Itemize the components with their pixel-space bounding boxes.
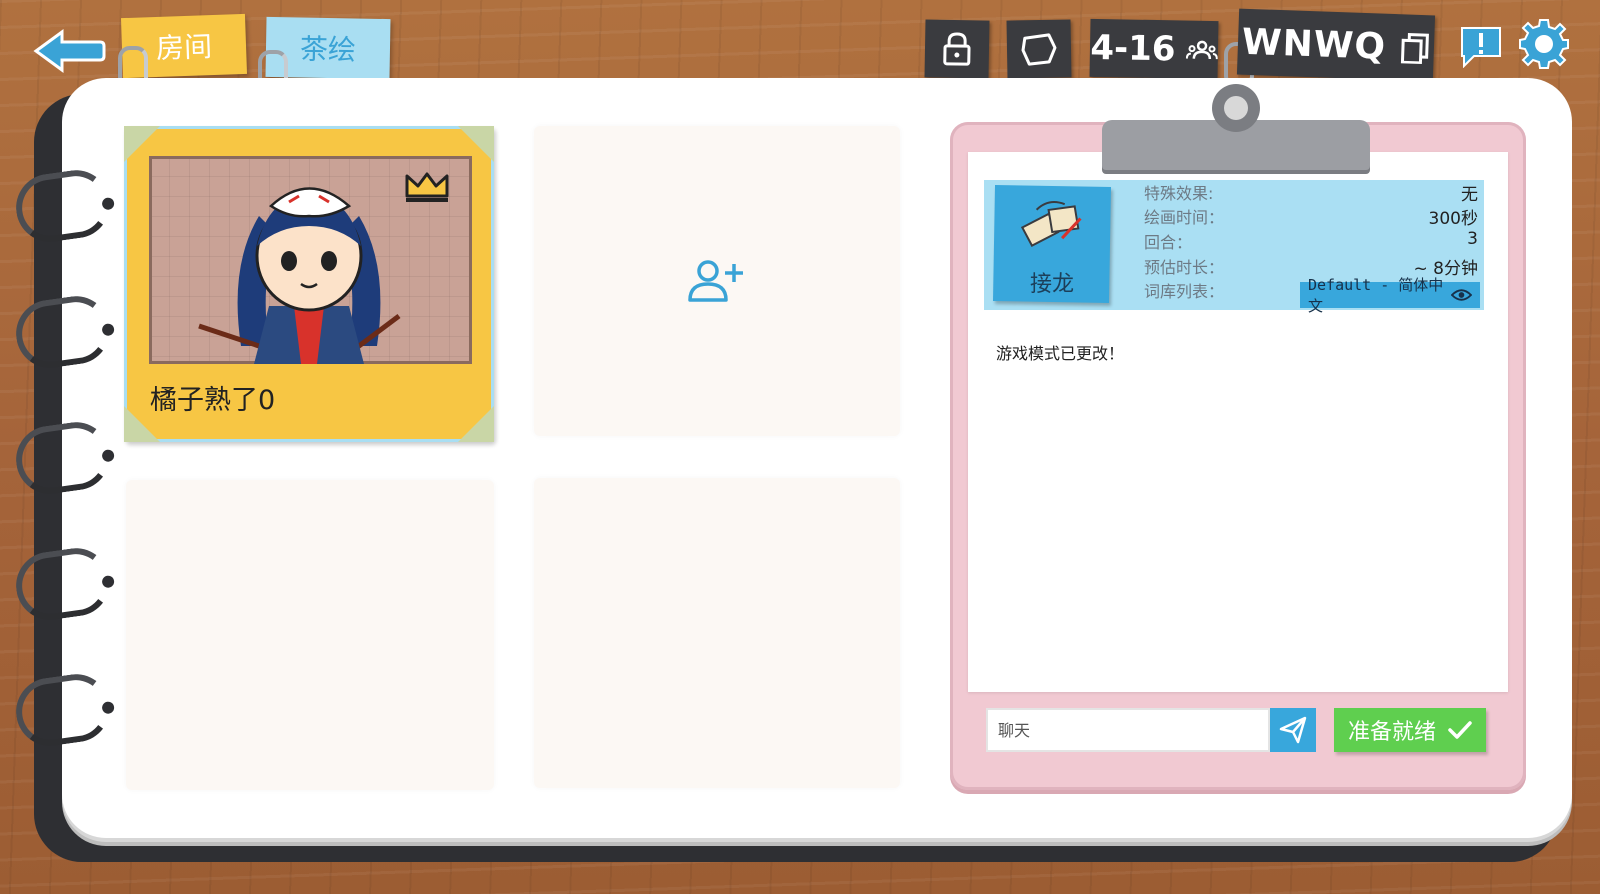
draw-time-value: 300秒 [1428, 209, 1478, 229]
tape-corner [458, 406, 494, 442]
copy-icon [1400, 33, 1430, 65]
speech-shape-icon [1021, 33, 1057, 66]
back-button[interactable] [32, 28, 106, 74]
ready-button[interactable]: 准备就绪 [1334, 708, 1486, 752]
player-slot-empty [534, 478, 900, 788]
game-mode-label: 接龙 [1029, 272, 1074, 297]
chat-message: 游戏模式已更改！ [996, 344, 1125, 363]
room-code-button[interactable]: WNWQ [1236, 8, 1436, 82]
paper-chain-icon [1020, 201, 1082, 247]
settings-button[interactable] [1518, 18, 1570, 70]
effect-value: 无 [1461, 185, 1478, 205]
clipboard-ring [1212, 84, 1260, 132]
effect-label: 特殊效果: [1144, 184, 1214, 203]
rounds-value: 3 [1467, 229, 1478, 249]
player-name: 橘子熟了0 [150, 385, 276, 416]
duration-label: 预估时长： [1144, 258, 1225, 277]
gear-icon [1519, 19, 1569, 69]
player-avatar [149, 156, 472, 364]
people-icon [1185, 40, 1218, 60]
invite-player-button[interactable] [686, 258, 746, 304]
alert-icon [1461, 27, 1501, 69]
player-slot-empty [126, 480, 494, 790]
wordlist-label: 词库列表： [1144, 282, 1225, 301]
player-count-button[interactable]: 4-16 [1089, 18, 1219, 80]
lock-button[interactable] [924, 19, 990, 79]
draw-time-label: 绘画时间： [1144, 208, 1225, 227]
send-icon [1279, 716, 1307, 744]
arrow-left-icon [33, 29, 106, 73]
rounds-label: 回合： [1144, 233, 1193, 252]
chat-input[interactable] [986, 708, 1270, 752]
wordlist-button[interactable]: Default - 简体中文 [1300, 276, 1480, 315]
eye-icon [1451, 289, 1472, 301]
send-button[interactable] [1270, 708, 1316, 752]
checkmark-icon [1448, 721, 1472, 739]
crown-icon [405, 172, 449, 202]
lock-icon [943, 32, 971, 66]
report-button[interactable] [1458, 24, 1504, 69]
add-user-icon [688, 260, 743, 302]
shape-button[interactable] [1006, 19, 1072, 79]
